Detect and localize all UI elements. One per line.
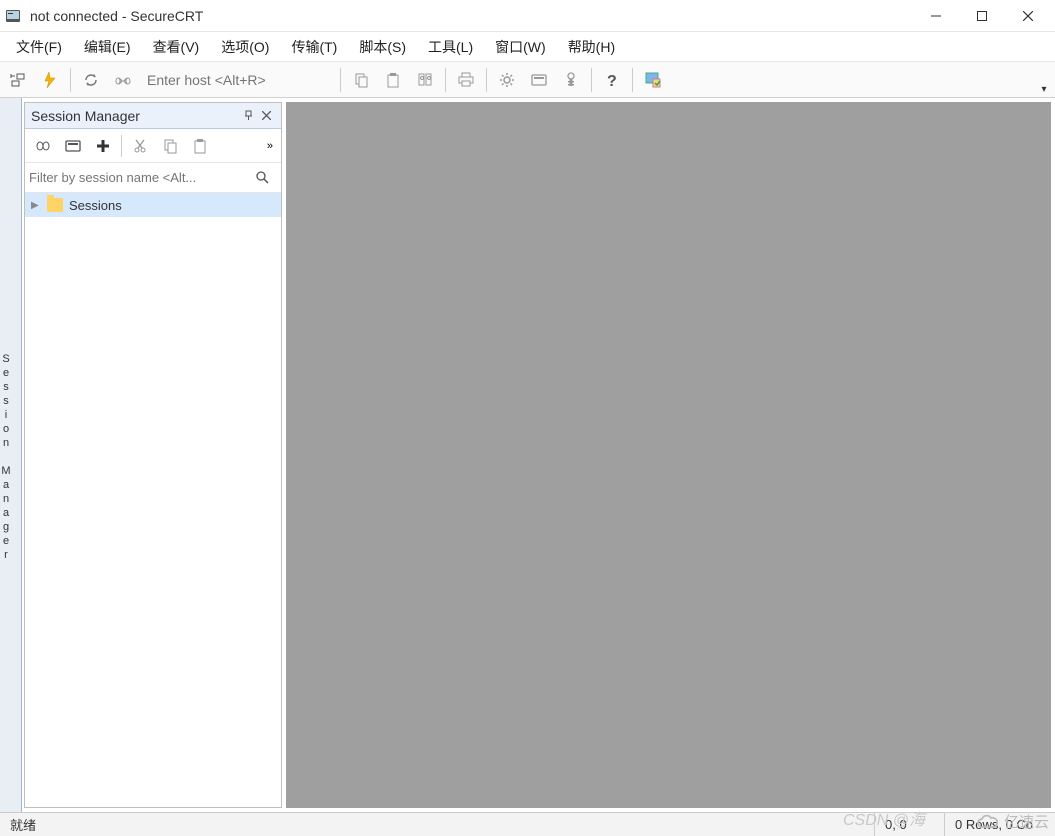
toolbar-separator <box>591 68 592 92</box>
copy-icon[interactable] <box>156 132 184 160</box>
filter-input[interactable] <box>29 170 255 185</box>
maximize-button[interactable] <box>959 0 1005 32</box>
window-title: not connected - SecureCRT <box>30 8 913 24</box>
folder-icon <box>47 198 63 212</box>
menu-file[interactable]: 文件(F) <box>6 33 72 61</box>
main-toolbar: ? ▾ <box>0 62 1055 98</box>
cut-icon[interactable] <box>126 132 154 160</box>
menu-window[interactable]: 窗口(W) <box>485 33 556 61</box>
menu-script[interactable]: 脚本(S) <box>349 33 416 61</box>
help-icon[interactable]: ? <box>598 66 626 94</box>
connect-icon[interactable] <box>29 132 57 160</box>
paste-icon[interactable] <box>379 66 407 94</box>
menu-edit[interactable]: 编辑(E) <box>74 33 141 61</box>
panel-title: Session Manager <box>31 108 140 124</box>
toolbar-separator <box>632 68 633 92</box>
keymap-icon[interactable] <box>557 66 585 94</box>
tree-root-sessions[interactable]: ▶ Sessions <box>25 193 281 217</box>
toolbar-overflow-icon[interactable]: ▾ <box>1037 84 1051 95</box>
statusbar: 就绪 0, 0 0 Rows, 0 Co <box>0 812 1055 836</box>
toolbar-separator <box>445 68 446 92</box>
session-options-icon[interactable] <box>525 66 553 94</box>
activate-icon[interactable] <box>639 66 667 94</box>
toolbar-separator <box>486 68 487 92</box>
toolbar-separator <box>121 135 122 157</box>
menu-help[interactable]: 帮助(H) <box>558 33 625 61</box>
menubar: 文件(F) 编辑(E) 查看(V) 选项(O) 传输(T) 脚本(S) 工具(L… <box>0 32 1055 62</box>
status-rows: 0 Rows, 0 Co <box>945 813 1055 836</box>
panel-toolbar-more-icon[interactable]: » <box>263 140 277 152</box>
toolbar-separator <box>340 68 341 92</box>
app-icon <box>4 7 22 25</box>
find-icon[interactable] <box>411 66 439 94</box>
print-icon[interactable] <box>452 66 480 94</box>
titlebar: not connected - SecureCRT <box>0 0 1055 32</box>
search-icon[interactable] <box>255 170 277 185</box>
settings-icon[interactable] <box>493 66 521 94</box>
tree-item-label: Sessions <box>69 198 122 213</box>
session-tree[interactable]: ▶ Sessions <box>25 193 281 807</box>
paste-icon[interactable] <box>186 132 214 160</box>
svg-text:?: ? <box>607 73 617 89</box>
filter-row <box>25 163 281 193</box>
session-manager-tab[interactable]: Session Manager <box>0 98 22 812</box>
disconnect-icon[interactable] <box>109 66 137 94</box>
panel-toolbar: » <box>25 129 281 163</box>
menu-tools[interactable]: 工具(L) <box>418 33 483 61</box>
panel-close-icon[interactable] <box>257 107 275 125</box>
menu-transfer[interactable]: 传输(T) <box>281 33 347 61</box>
menu-view[interactable]: 查看(V) <box>143 33 210 61</box>
panel-header: Session Manager <box>25 103 281 129</box>
close-button[interactable] <box>1005 0 1051 32</box>
main-area: Session Manager Session Manager » ▶ <box>0 98 1055 812</box>
terminal-area[interactable] <box>286 102 1051 808</box>
new-session-icon[interactable] <box>59 132 87 160</box>
minimize-button[interactable] <box>913 0 959 32</box>
copy-icon[interactable] <box>347 66 375 94</box>
pin-icon[interactable] <box>239 107 257 125</box>
menu-options[interactable]: 选项(O) <box>211 33 279 61</box>
quick-connect-icon[interactable] <box>36 66 64 94</box>
session-manager-panel: Session Manager » ▶ Sessions <box>24 102 282 808</box>
status-cursor: 0, 0 <box>875 813 945 836</box>
reconnect-icon[interactable] <box>77 66 105 94</box>
host-input[interactable] <box>141 68 334 92</box>
chevron-right-icon[interactable]: ▶ <box>31 200 41 211</box>
new-folder-icon[interactable] <box>89 132 117 160</box>
toolbar-separator <box>70 68 71 92</box>
status-ready: 就绪 <box>0 813 875 836</box>
window-controls <box>913 0 1051 32</box>
connect-dialog-icon[interactable] <box>4 66 32 94</box>
